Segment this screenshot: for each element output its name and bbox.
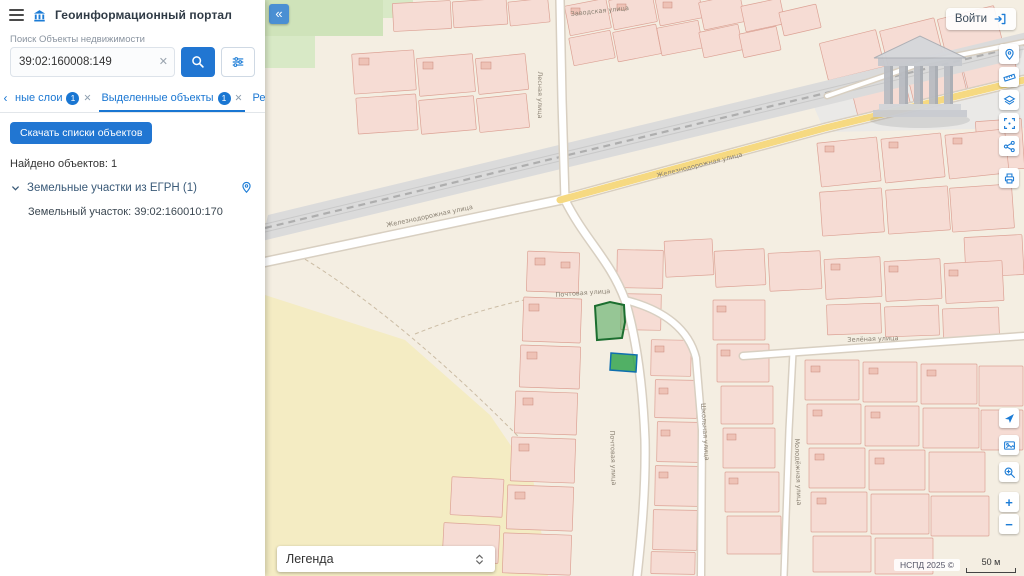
geoportal-app: Геоинформационный портал Поиск Объекты н… (0, 0, 1024, 576)
measure-button[interactable] (999, 67, 1019, 87)
tab-results[interactable]: Результаты по (248, 84, 265, 112)
portal-logo-icon (32, 8, 47, 23)
tab-badge: 1 (218, 92, 231, 105)
search-label: Поиск Объекты недвижимости (10, 34, 255, 45)
frame-icon (1003, 117, 1016, 130)
street-label: Лесная улица (536, 71, 544, 118)
scale-label: 50 м (966, 557, 1016, 567)
tab-close-icon[interactable]: ✕ (235, 93, 243, 104)
found-count: Найдено объектов: 1 (10, 158, 255, 170)
map-pin-icon (1003, 48, 1016, 61)
zoom-box-button[interactable] (999, 462, 1019, 482)
selected-parcel-170[interactable] (610, 353, 637, 372)
app-title: Геоинформационный портал (55, 8, 232, 22)
search-settings-button[interactable] (221, 47, 255, 77)
login-label: Войти (955, 13, 987, 25)
legend-dropdown[interactable]: Легенда (277, 546, 495, 572)
sliders-icon (231, 55, 245, 69)
zoom-in-button[interactable]: + (999, 492, 1019, 512)
map-toolbar-bottom (999, 408, 1019, 482)
selected-parcel-149[interactable] (595, 302, 625, 340)
map-container: Заводская улица Лесная улица Железнодоро… (265, 0, 1024, 576)
zoom-out-button[interactable]: − (999, 514, 1019, 534)
tab-layers[interactable]: ные слои 1 ✕ (10, 84, 96, 112)
sidebar-topbar: Геоинформационный портал (0, 0, 265, 30)
legend-label: Легенда (286, 552, 334, 566)
search-icon (191, 55, 205, 69)
share-icon (1003, 140, 1016, 153)
extent-button[interactable] (999, 113, 1019, 133)
login-button[interactable]: Войти (946, 8, 1016, 30)
map-canvas[interactable]: Заводская улица Лесная улица Железнодоро… (265, 0, 1024, 576)
tab-label: Выделенные объекты (101, 92, 213, 104)
printer-icon (1003, 172, 1016, 185)
image-icon (1003, 439, 1016, 452)
chevron-down-icon (10, 183, 21, 194)
map-attribution: НСПД 2025 © (894, 559, 960, 571)
download-lists-button[interactable]: Скачать списки объектов (10, 122, 152, 144)
navigation-arrow-icon (1003, 412, 1016, 425)
parcel-result-item[interactable]: Земельный участок: 39:02:160010:170 (28, 206, 255, 218)
ruler-icon (1003, 71, 1016, 84)
layers-button[interactable] (999, 90, 1019, 110)
scale-bar: 50 м (966, 557, 1016, 573)
tab-label: ные слои (15, 92, 62, 104)
chevron-updown-icon (473, 552, 486, 567)
menu-icon[interactable] (9, 9, 24, 21)
locate-arrow-button[interactable] (999, 408, 1019, 428)
share-button[interactable] (999, 136, 1019, 156)
login-icon (993, 12, 1007, 26)
search-input[interactable] (10, 47, 175, 77)
print-button[interactable] (999, 168, 1019, 188)
selected-objects-panel: Скачать списки объектов Найдено объектов… (0, 113, 265, 227)
search-block: Поиск Объекты недвижимости ✕ (0, 30, 265, 84)
scale-line (966, 568, 1016, 573)
tab-badge: 1 (66, 92, 79, 105)
zoom-controls: + − (999, 492, 1019, 534)
tab-close-icon[interactable]: ✕ (83, 93, 91, 104)
zoom-area-icon (1003, 466, 1016, 479)
geolocation-button[interactable] (999, 44, 1019, 64)
egrn-group-row[interactable]: Земельные участки из ЕГРН (1) (10, 182, 255, 194)
tab-label: Результаты по (253, 92, 265, 104)
clear-search-icon[interactable]: ✕ (159, 55, 168, 68)
map-toolbar-top (999, 44, 1019, 188)
collapse-sidebar-button[interactable]: « (269, 4, 289, 24)
forest-area (265, 36, 315, 68)
tabs-scroll-left-icon[interactable]: ‹ (1, 91, 10, 105)
egrn-group-label: Земельные участки из ЕГРН (1) (27, 182, 197, 194)
tab-selected-objects[interactable]: Выделенные объекты 1 ✕ (96, 84, 247, 112)
layers-icon (1003, 94, 1016, 107)
sidebar: Геоинформационный портал Поиск Объекты н… (0, 0, 265, 576)
tab-bar: ‹ ные слои 1 ✕ Выделенные объекты 1 ✕ Ре… (0, 84, 265, 113)
search-button[interactable] (181, 47, 215, 77)
basemap-button[interactable] (999, 435, 1019, 455)
zoom-to-object-icon[interactable] (240, 181, 253, 194)
